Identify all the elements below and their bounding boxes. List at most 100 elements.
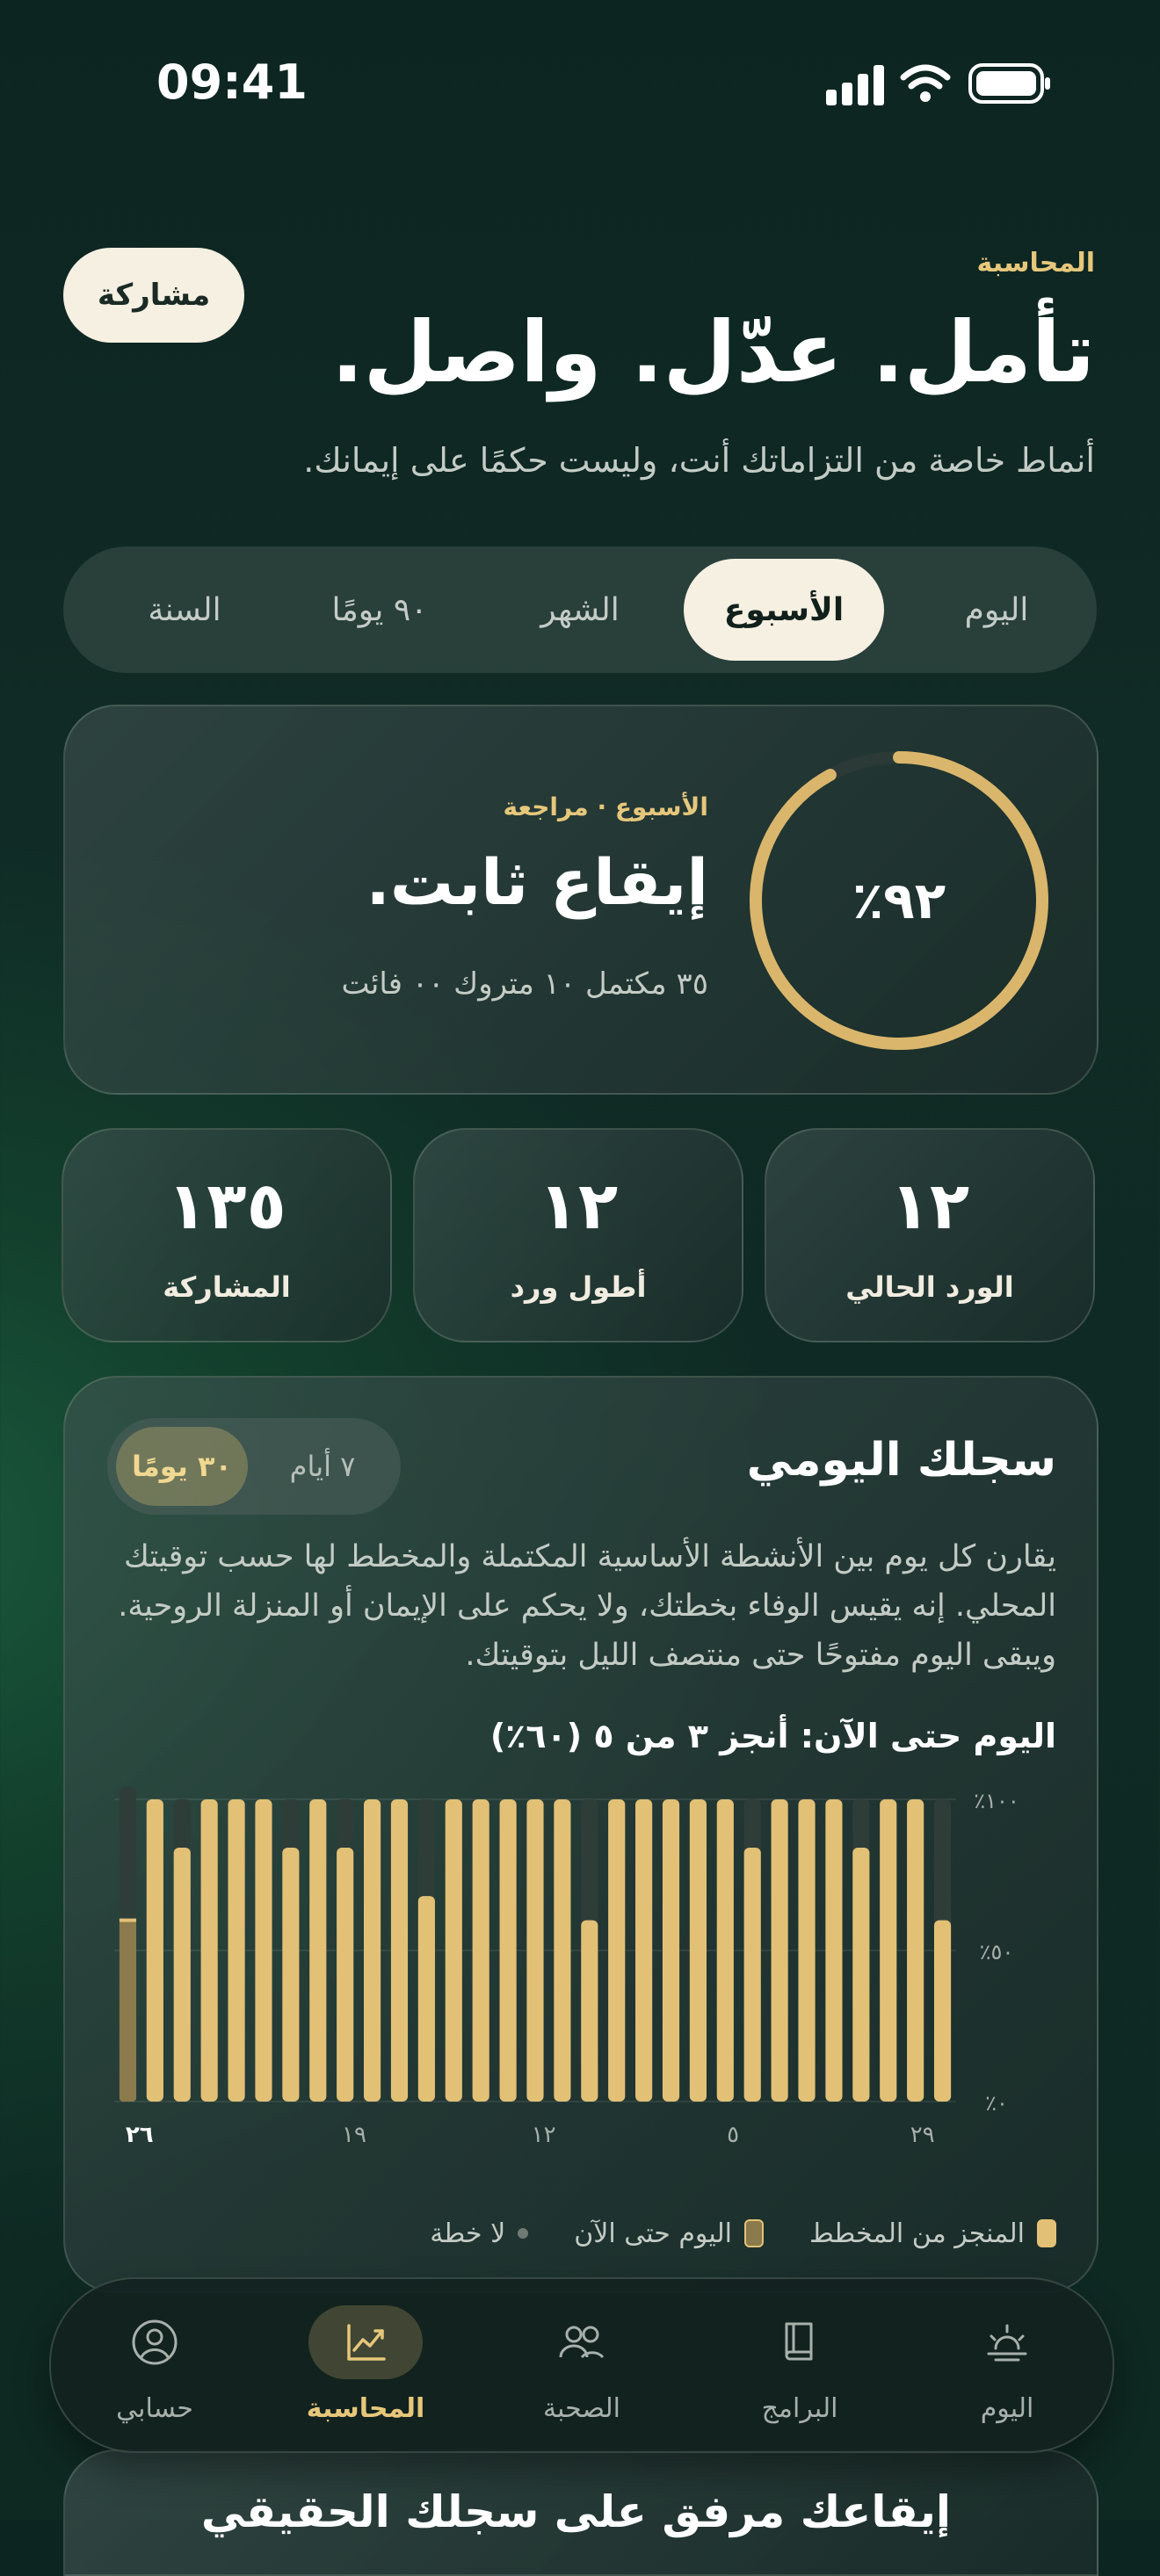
x-tick-label: ٢٩ xyxy=(910,2122,935,2148)
x-tick-label: ٢٦ xyxy=(126,2122,154,2148)
legend-label: اليوم حتى الآن xyxy=(574,2218,732,2249)
chart-bar xyxy=(282,1848,300,2102)
legend-label: لا خطة xyxy=(430,2218,506,2249)
daily-log-description: يقارن كل يوم بين الأنشطة الأساسية المكتم… xyxy=(118,1539,1056,1673)
nav-label: الصحبة xyxy=(543,2393,620,2424)
daily-log-card: سجلك اليومي ٧ أيام ٣٠ يومًا يقارن كل يوم… xyxy=(63,1376,1098,2293)
range-toggle: ٧ أيام ٣٠ يومًا xyxy=(107,1418,401,1515)
chart-bar xyxy=(716,1799,734,2102)
chart-bar xyxy=(337,1848,354,2102)
chart-bar xyxy=(662,1799,680,2102)
nav-item-programs[interactable]: البرامج xyxy=(694,2279,905,2451)
period-tabs: اليوم الأسبوع الشهر ٩٠ يومًا السنة xyxy=(63,546,1097,673)
status-icons xyxy=(826,60,1055,109)
nav-label: المحاسبة xyxy=(306,2393,425,2424)
chart-bar xyxy=(554,1799,571,2102)
stat-label: الورد الحالي xyxy=(845,1270,1014,1304)
legend-item-no-plan: لا خطة xyxy=(430,2218,529,2249)
chart-bar xyxy=(499,1799,517,2102)
legend-swatch-no-plan xyxy=(518,2228,529,2239)
chart-bar xyxy=(798,1799,816,2102)
chart-bar xyxy=(255,1799,272,2102)
y-tick-label: ١٠٠٪ xyxy=(974,1789,1019,1813)
book-icon xyxy=(743,2305,857,2379)
chart-bar xyxy=(581,1920,598,2102)
chart-bar xyxy=(771,1799,788,2102)
chart-bar xyxy=(200,1799,218,2102)
legend-swatch-done xyxy=(1037,2219,1056,2247)
chart-bar xyxy=(445,1799,462,2102)
chart-icon xyxy=(308,2305,423,2379)
stat-value: ١٢ xyxy=(538,1169,619,1244)
summary-eyebrow: الأسبوع · مراجعة xyxy=(503,792,708,821)
page-subtitle: أنماط خاصة من التزاماتك أنت، وليست حكمًا… xyxy=(303,441,1095,480)
stat-current-streak: ١٢ الورد الحالي xyxy=(765,1128,1095,1342)
today-summary: اليوم حتى الآن: أنجز ٣ من ٥ (٦٠٪) xyxy=(489,1717,1056,1755)
chart-bar xyxy=(852,1848,870,2102)
legend-item-done: المنجز من المخطط xyxy=(809,2218,1056,2249)
nav-item-accountability[interactable]: المحاسبة xyxy=(260,2279,471,2451)
chart-legend: المنجز من المخطط اليوم حتى الآن لا خطة xyxy=(384,2214,1056,2253)
stat-value: ١٢ xyxy=(889,1169,970,1244)
chart-bar xyxy=(472,1799,489,2102)
chart-bar xyxy=(526,1799,544,2102)
profile-icon xyxy=(98,2305,212,2379)
legend-swatch-today xyxy=(743,2219,764,2247)
chart-bar xyxy=(364,1799,381,2102)
chart-bar xyxy=(309,1799,327,2102)
chart-bar xyxy=(228,1799,245,2102)
daily-log-title: سجلك اليومي xyxy=(746,1434,1056,1487)
nav-item-my-account[interactable]: حسابي xyxy=(49,2279,260,2451)
next-card-peek: إيقاعك مرفق على سجلك الحقيقي xyxy=(63,2449,1098,2576)
x-tick-label: ١٢ xyxy=(532,2122,556,2148)
tab-month[interactable]: الشهر xyxy=(494,559,666,661)
wifi-icon xyxy=(900,64,951,90)
stat-participation: ١٣٥ المشاركة xyxy=(62,1128,392,1342)
range-30-days[interactable]: ٣٠ يومًا xyxy=(116,1427,248,1506)
completion-ring: ٩٢٪ xyxy=(745,747,1053,1054)
chart-bar xyxy=(608,1799,626,2102)
signal-icon xyxy=(826,63,1050,105)
chart-bar-today xyxy=(119,1920,137,2102)
share-button[interactable]: مشاركة xyxy=(63,248,244,343)
chart-bar xyxy=(146,1799,163,2102)
y-tick-label: ٠٪ xyxy=(985,2091,1008,2116)
page-eyebrow: المحاسبة xyxy=(976,248,1096,279)
stat-label: أطول ورد xyxy=(510,1270,647,1304)
chart-bar xyxy=(907,1799,924,2102)
chart-bar xyxy=(417,1896,435,2102)
stat-value: ١٣٥ xyxy=(167,1169,286,1244)
x-tick-label: ١٩ xyxy=(342,2122,366,2148)
daily-completion-chart: ٠٪ ٥٠٪ ١٠٠٪ ٢٩ ٥ ١٢ ١٩ ٢٦ xyxy=(114,1787,1019,2148)
summary-title: إيقاع ثابت. xyxy=(366,845,709,919)
chart-bar xyxy=(933,1920,952,2102)
stat-label: المشاركة xyxy=(163,1270,291,1304)
y-tick-label: ٥٠٪ xyxy=(980,1940,1014,1965)
tab-week[interactable]: الأسبوع xyxy=(684,559,884,661)
chart-bar xyxy=(880,1799,897,2102)
nav-label: اليوم xyxy=(980,2393,1034,2424)
tab-year[interactable]: السنة xyxy=(98,559,271,661)
legend-item-today: اليوم حتى الآن xyxy=(574,2218,764,2249)
nav-item-companions[interactable]: الصحبة xyxy=(476,2279,687,2451)
sunrise-icon xyxy=(950,2305,1064,2379)
chart-bar xyxy=(689,1799,707,2102)
nav-item-today[interactable]: اليوم xyxy=(902,2279,1113,2451)
chart-bar xyxy=(743,1848,761,2102)
next-card-title: إيقاعك مرفق على سجلك الحقيقي xyxy=(200,2486,951,2537)
chart-bar xyxy=(173,1848,191,2102)
chart-bar xyxy=(635,1799,653,2102)
completion-percent: ٩٢٪ xyxy=(852,871,946,930)
legend-label: المنجز من المخطط xyxy=(808,2218,1025,2249)
status-time: 09:41 xyxy=(156,54,308,110)
stat-longest-streak: ١٢ أطول ورد xyxy=(413,1128,743,1342)
x-tick-label: ٥ xyxy=(727,2122,739,2148)
tab-90-days[interactable]: ٩٠ يومًا xyxy=(292,559,468,661)
summary-details: ٣٥ مكتمل ١٠ متروك ٠٠ فائت xyxy=(341,966,708,1002)
nav-label: البرامج xyxy=(761,2393,838,2424)
tab-day[interactable]: اليوم xyxy=(910,559,1083,661)
range-7-days[interactable]: ٧ أيام xyxy=(257,1427,388,1506)
chart-bar xyxy=(390,1799,409,2102)
nav-label: حسابي xyxy=(116,2393,193,2424)
page-title: تأمل. عدّل. واصل. xyxy=(331,303,1095,402)
